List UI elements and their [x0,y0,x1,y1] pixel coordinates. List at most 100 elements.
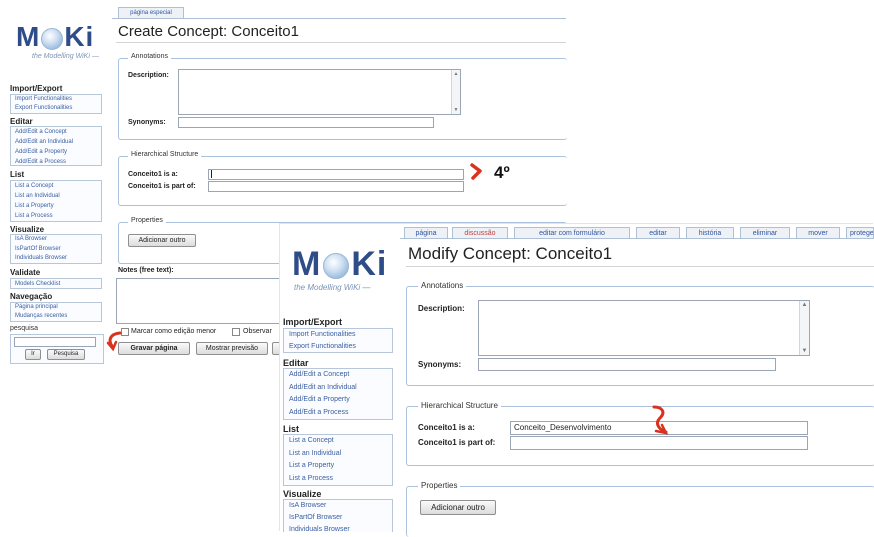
add-property-button[interactable]: Adicionar outro [420,500,496,515]
logo-letters-ki: Ki [351,245,388,283]
sidebar-heading-import-export: Import/Export [283,317,343,327]
sidebar-box-import-export: Import Functionalities Export Functional… [283,328,393,353]
sidebar-item-mudancas-recentes[interactable]: Mudanças recentes [15,312,101,321]
sidebar-item-add-edit-property[interactable]: Add/Edit a Property [289,394,392,407]
tab-special-page-label: página especial [130,10,172,16]
title-underline [116,42,566,43]
sidebar-item-pagina-principal[interactable]: Página principal [15,303,101,312]
sidebar-item-list-concept[interactable]: List a Concept [15,181,101,191]
description-scrollbar[interactable]: ▲ ▼ [451,70,460,114]
sidebar-item-list-property[interactable]: List a Property [15,201,101,211]
scroll-down-icon[interactable]: ▼ [800,347,809,355]
logo-letter-m: M [292,245,322,283]
is-a-input[interactable] [208,169,464,180]
add-property-button[interactable]: Adicionar outro [128,234,196,247]
sidebar-item-import-functionalities[interactable]: Import Functionalities [15,95,101,104]
sidebar-box-visualize: IsA Browser IsPartOf Browser Individuals… [10,234,102,264]
moki-logo-front[interactable]: M Ki the Modelling WiKi — [292,246,398,302]
tab-label: editar [649,230,667,237]
sidebar-item-models-checklist[interactable]: Models Checklist [15,279,101,289]
sidebar-item-individuals-browser[interactable]: Individuals Browser [289,524,392,536]
tab-discussao[interactable]: discussão [452,227,508,238]
logo-tagline: the Modelling WiKi — [32,53,99,60]
tab-underline [112,18,566,19]
logo-globe-icon [323,253,350,280]
is-a-label: Conceito1 is a: [128,171,178,178]
sidebar-item-export-functionalities[interactable]: Export Functionalities [289,341,392,353]
moki-logo[interactable]: M Ki the Modelling WiKi — [16,22,106,70]
description-scrollbar[interactable]: ▲ ▼ [799,301,809,355]
sidebar-item-add-edit-individual[interactable]: Add/Edit an Individual [289,382,392,395]
sidebar-search-button[interactable]: Pesquisa [47,349,85,360]
sidebar-item-ispartof-browser[interactable]: IsPartOf Browser [15,245,101,255]
sidebar-item-add-edit-property[interactable]: Add/Edit a Property [15,147,101,157]
sidebar-box-list: List a Concept List an Individual List a… [283,434,393,486]
page-title: Modify Concept: Conceito1 [408,244,613,263]
annotations-legend: Annotations [418,281,467,290]
description-textarea[interactable]: ▲ ▼ [478,300,810,356]
logo-globe-icon [41,27,64,50]
sidebar-item-list-process[interactable]: List a Process [289,473,392,486]
sidebar-item-isa-browser[interactable]: IsA Browser [15,235,101,245]
description-label: Description: [128,72,169,79]
tab-eliminar[interactable]: eliminar [740,227,790,238]
sidebar-heading-editar: Editar [283,358,309,368]
sidebar-item-import-functionalities[interactable]: Import Functionalities [289,329,392,341]
sidebar-item-add-edit-concept[interactable]: Add/Edit a Concept [289,369,392,382]
sidebar-item-list-process[interactable]: List a Process [15,211,101,221]
is-a-label: Conceito1 is a: [418,423,475,432]
sidebar-item-add-edit-concept[interactable]: Add/Edit a Concept [15,127,101,137]
sidebar-item-list-concept[interactable]: List a Concept [289,435,392,448]
sidebar-item-export-functionalities[interactable]: Export Functionalities [15,104,101,113]
scroll-up-icon[interactable]: ▲ [452,70,460,78]
sidebar-item-ispartof-browser[interactable]: IsPartOf Browser [289,512,392,524]
sidebar-heading-list: List [283,424,300,434]
sidebar-heading-validate: Validate [10,268,41,277]
tab-label: página [415,230,437,237]
properties-legend: Properties [128,217,166,224]
sidebar-search-input[interactable] [14,337,96,347]
scroll-up-icon[interactable]: ▲ [800,301,809,309]
show-preview-button[interactable]: Mostrar previsão [196,342,268,355]
tab-pagina[interactable]: página [404,227,448,238]
tab-label: editar com formulário [539,230,605,237]
tab-label: mover [808,230,828,237]
part-of-label: Conceito1 is part of: [128,183,196,190]
sidebar-item-list-individual[interactable]: List an Individual [289,448,392,461]
sidebar-item-isa-browser[interactable]: IsA Browser [289,500,392,512]
sidebar-box-list: List a Concept List an Individual List a… [10,180,102,222]
synonyms-input[interactable] [478,358,776,371]
notes-textarea[interactable] [116,278,286,324]
part-of-input[interactable] [510,436,808,450]
sidebar-item-add-edit-process[interactable]: Add/Edit a Process [289,407,392,420]
sidebar-item-add-edit-process[interactable]: Add/Edit a Process [15,157,101,167]
sidebar-go-button[interactable]: Ir [25,349,41,360]
tab-mover[interactable]: mover [796,227,840,238]
tab-underline [400,238,874,239]
sidebar-item-list-individual[interactable]: List an Individual [15,191,101,201]
sidebar-item-add-edit-individual[interactable]: Add/Edit an Individual [15,137,101,147]
sidebar-item-list-property[interactable]: List a Property [289,460,392,473]
description-label: Description: [418,304,465,313]
save-page-button[interactable]: Gravar página [118,342,190,355]
hierarchy-legend: Hierarchical Structure [418,401,501,410]
logo-letter-m: M [16,21,41,52]
tab-label: proteger [850,230,874,237]
tab-historia[interactable]: história [686,227,734,238]
annotations-legend: Annotations [128,53,171,60]
step-number: 4º [494,163,510,182]
scroll-down-icon[interactable]: ▼ [452,106,460,114]
part-of-label: Conceito1 is part of: [418,438,496,447]
description-textarea[interactable]: ▲ ▼ [178,69,461,115]
sidebar-heading-editar: Editar [10,117,33,126]
tab-editar-com-formulario[interactable]: editar com formulário [514,227,630,238]
tab-editar[interactable]: editar [636,227,680,238]
sidebar-item-individuals-browser[interactable]: Individuals Browser [15,254,101,264]
synonyms-input[interactable] [178,117,434,128]
tab-proteger[interactable]: proteger [846,227,874,238]
logo-letters-ki: Ki [64,21,95,52]
watch-checkbox[interactable] [232,328,240,336]
tab-label: eliminar [752,230,778,237]
part-of-input[interactable] [208,181,464,192]
modify-concept-screenshot: M Ki the Modelling WiKi — página discussã… [280,224,874,537]
